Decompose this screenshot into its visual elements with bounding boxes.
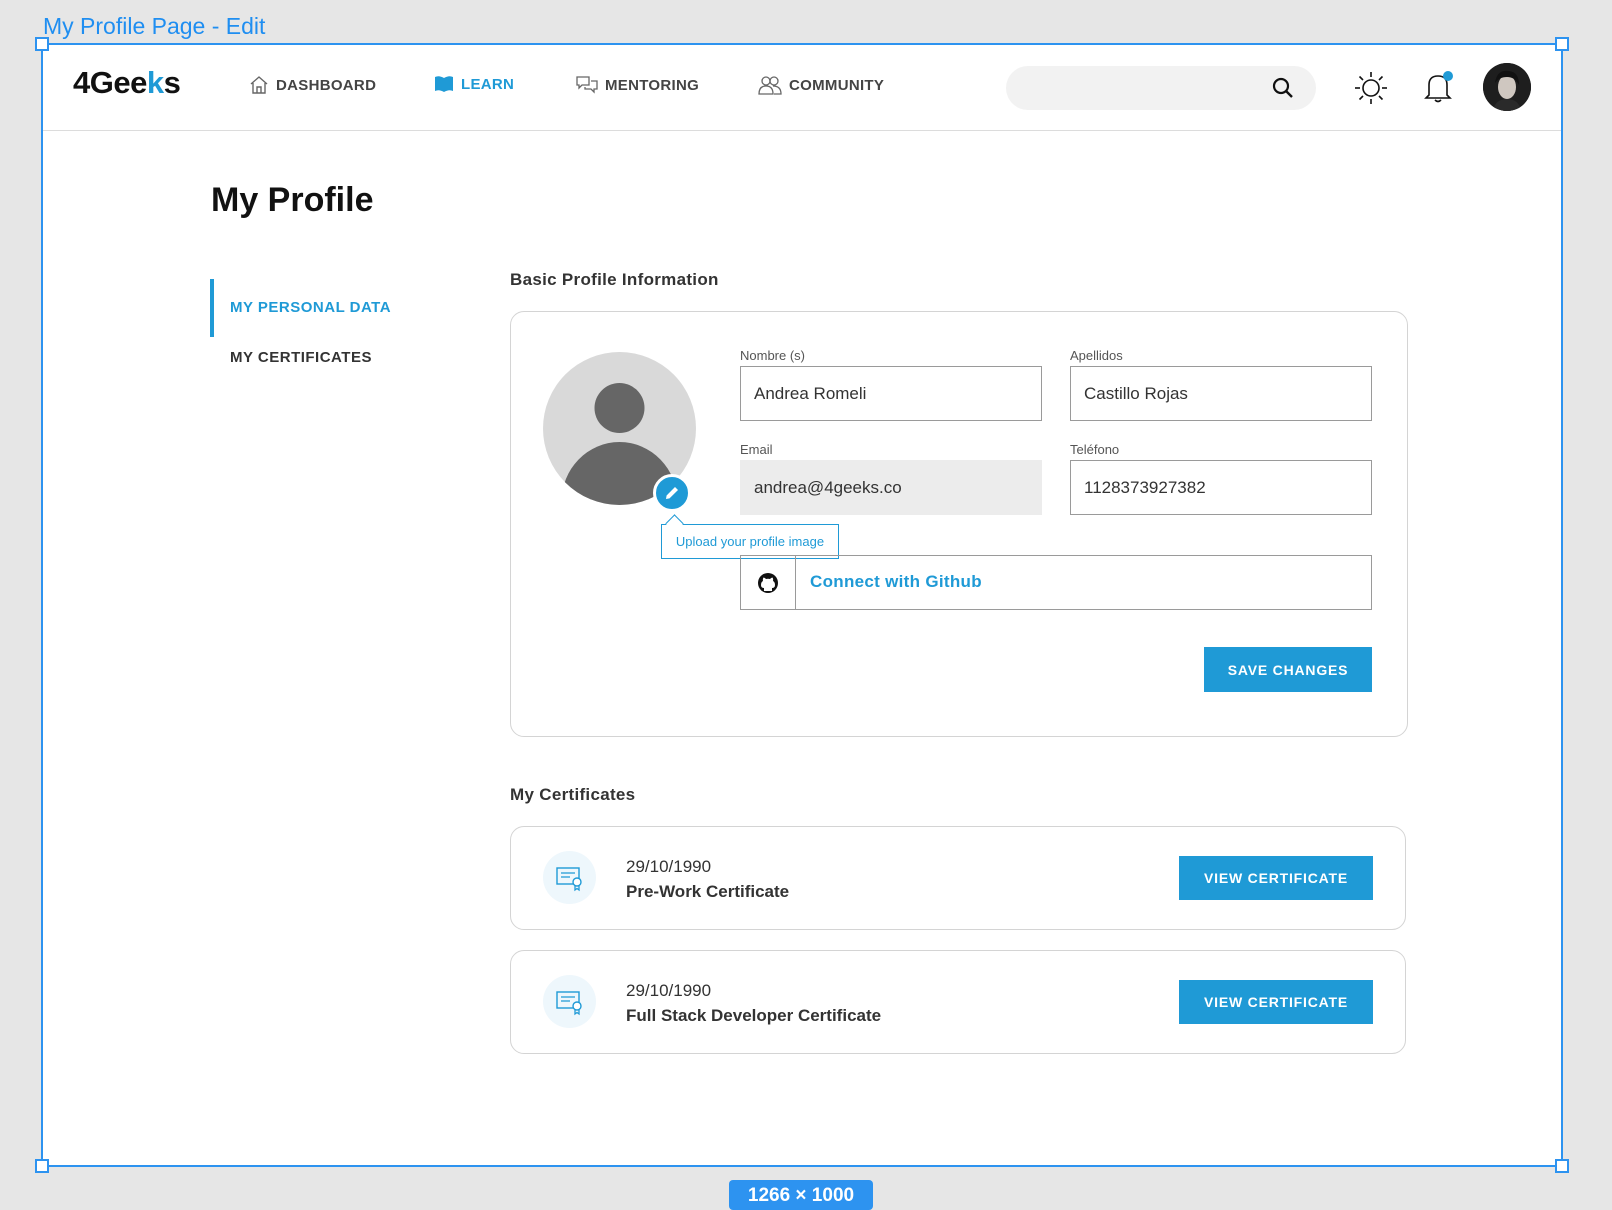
section-title-profile: Basic Profile Information xyxy=(510,270,719,289)
resize-handle-bottom-right[interactable] xyxy=(1555,1159,1569,1173)
home-icon xyxy=(250,76,268,94)
logo-text-accent: k xyxy=(146,65,164,100)
nav-item-label: COMMUNITY xyxy=(789,76,885,94)
nav-item-community[interactable]: COMMUNITY xyxy=(758,75,884,95)
github-label: Connect with Github xyxy=(810,572,982,591)
certificate-name: Full Stack Developer Certificate xyxy=(626,1006,882,1025)
page-title: My Profile xyxy=(211,181,374,219)
artboard-frame: 4Geeks DASHBOARD LEARN MENTORING COMMUNI… xyxy=(41,43,1563,1167)
view-certificate-button[interactable]: VIEW CERTIFICATE xyxy=(1179,856,1373,900)
sidebar-item-personal-data[interactable]: MY PERSONAL DATA xyxy=(210,279,391,337)
user-photo-icon xyxy=(1483,63,1531,111)
profile-card: Upload your profile image Nombre (s) Ape… xyxy=(510,311,1408,737)
certificate-icon xyxy=(555,990,582,1015)
certificate-card: 29/10/1990 Pre-Work Certificate VIEW CER… xyxy=(510,826,1406,930)
logo-text-suffix: s xyxy=(163,65,181,100)
upload-tooltip: Upload your profile image xyxy=(661,524,839,559)
sun-icon[interactable] xyxy=(1354,71,1388,105)
last-name-field[interactable] xyxy=(1070,366,1372,421)
logo[interactable]: 4Geeks xyxy=(73,65,181,101)
certificate-name: Pre-Work Certificate xyxy=(626,882,790,901)
frame-label: My Profile Page - Edit xyxy=(43,13,266,39)
github-icon xyxy=(758,572,778,593)
bell-icon[interactable] xyxy=(1421,70,1455,104)
users-icon xyxy=(758,76,782,95)
view-certificate-button[interactable]: VIEW CERTIFICATE xyxy=(1179,980,1373,1024)
resize-handle-top-left[interactable] xyxy=(35,37,49,51)
phone-label: Teléfono xyxy=(1070,442,1120,457)
resize-handle-bottom-left[interactable] xyxy=(35,1159,49,1173)
top-navbar: 4Geeks DASHBOARD LEARN MENTORING COMMUNI… xyxy=(43,45,1561,131)
certificate-icon-badge xyxy=(543,851,596,904)
email-label: Email xyxy=(740,442,773,457)
frame-size-badge: 1266 × 1000 xyxy=(729,1180,873,1210)
nav-item-label: LEARN xyxy=(461,75,515,93)
last-name-label: Apellidos xyxy=(1070,348,1123,363)
search-input[interactable] xyxy=(1006,66,1266,110)
first-name-label: Nombre (s) xyxy=(740,348,806,363)
nav-item-learn[interactable]: LEARN xyxy=(434,75,514,93)
certificate-icon-badge xyxy=(543,975,596,1028)
nav-item-label: MENTORING xyxy=(605,76,700,94)
section-title-certificates: My Certificates xyxy=(510,785,636,804)
nav-item-mentoring[interactable]: MENTORING xyxy=(576,75,699,95)
first-name-field[interactable] xyxy=(740,366,1042,421)
chat-icon xyxy=(576,76,598,94)
github-icon-box xyxy=(741,556,796,609)
resize-handle-top-right[interactable] xyxy=(1555,37,1569,51)
pencil-icon xyxy=(666,487,678,499)
certificate-date: 29/10/1990 xyxy=(626,981,712,1000)
nav-item-dashboard[interactable]: DASHBOARD xyxy=(249,75,376,95)
save-changes-button[interactable]: SAVE CHANGES xyxy=(1204,647,1372,692)
connect-github-button[interactable]: Connect with Github xyxy=(740,555,1372,610)
avatar[interactable] xyxy=(1483,63,1531,111)
search-bar xyxy=(1006,66,1316,110)
search-icon[interactable] xyxy=(1272,77,1294,99)
phone-field[interactable] xyxy=(1070,460,1372,515)
certificate-icon xyxy=(555,866,582,891)
logo-text-prefix: 4Gee xyxy=(73,65,147,100)
certificate-date: 29/10/1990 xyxy=(626,857,712,876)
certificate-card: 29/10/1990 Full Stack Developer Certific… xyxy=(510,950,1406,1054)
nav-item-label: DASHBOARD xyxy=(276,76,377,94)
upload-photo-button[interactable] xyxy=(653,474,691,512)
email-field xyxy=(740,460,1042,515)
book-icon xyxy=(435,76,453,92)
sidebar-item-certificates[interactable]: MY CERTIFICATES xyxy=(210,343,372,373)
